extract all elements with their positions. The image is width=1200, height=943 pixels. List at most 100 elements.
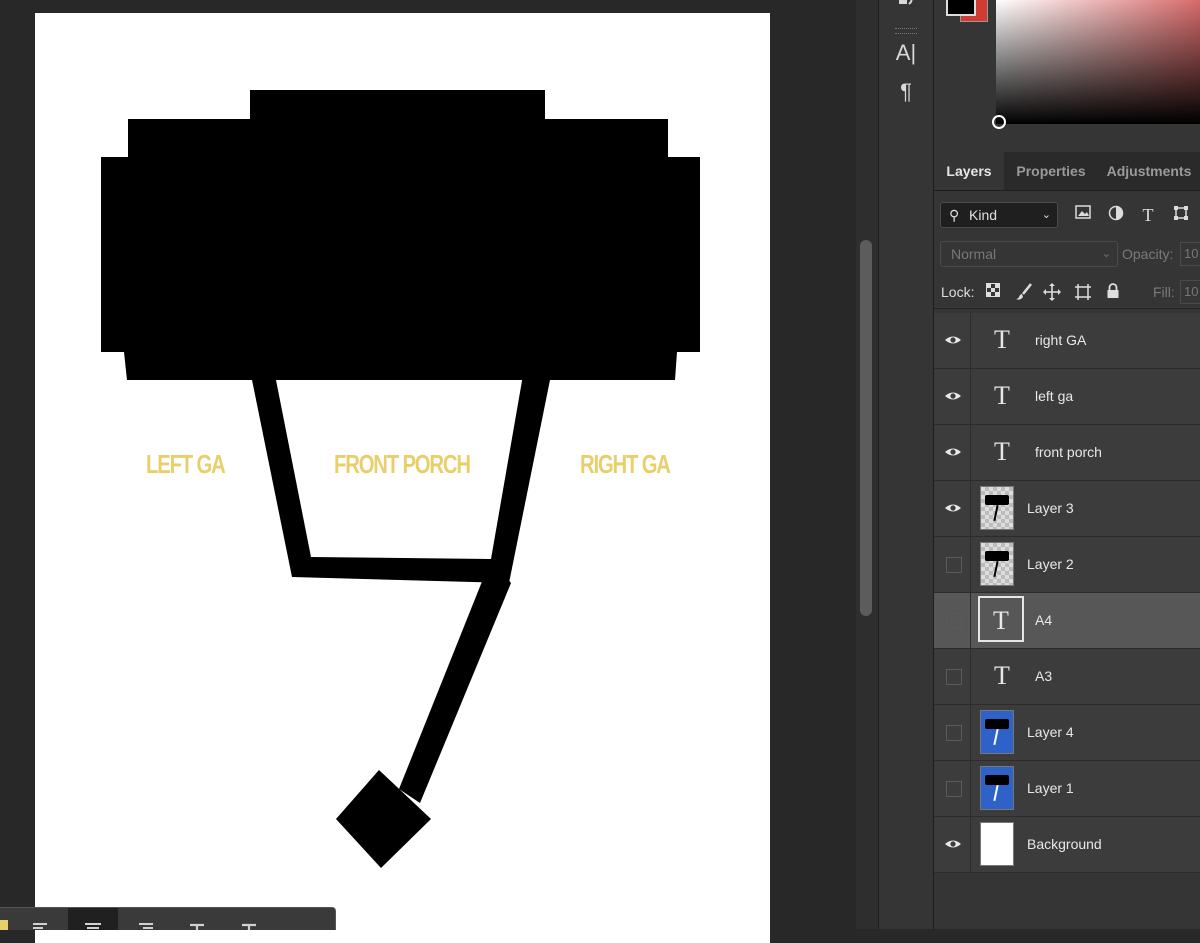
row-divider <box>970 313 971 368</box>
lock-label: Lock: <box>941 284 975 300</box>
layer-thumbnail <box>980 486 1014 530</box>
panel-tabs: Layers Properties Adjustments <box>934 152 1200 191</box>
layer-row[interactable]: T right GA <box>934 313 1200 369</box>
canvas-area[interactable]: LEFT GA FRONT PORCH RIGHT GA <box>0 0 856 943</box>
pixel-filter-icon[interactable] <box>1073 205 1093 225</box>
lock-transparent-pixels-icon[interactable] <box>983 283 1003 303</box>
blend-mode-select[interactable]: Normal ⌄ <box>940 241 1118 267</box>
layer-thumbnail <box>980 822 1014 866</box>
warp-text-icon[interactable] <box>172 908 222 930</box>
kind-filter-label: Kind <box>969 207 998 223</box>
visibility-eye-icon[interactable] <box>944 444 962 460</box>
row-divider <box>970 761 971 816</box>
toggle-text-orientation-icon[interactable] <box>224 908 274 930</box>
text-layer-icon: T <box>994 437 1010 466</box>
tab-properties[interactable]: Properties <box>1006 152 1096 190</box>
shape-filter-icon[interactable] <box>1171 205 1191 225</box>
color-panel <box>934 0 1200 150</box>
row-divider <box>970 369 971 424</box>
search-icon: ⚲ <box>949 207 960 223</box>
text-layer-icon: T <box>978 596 1024 642</box>
opacity-input[interactable]: 10 <box>1180 242 1200 266</box>
row-divider <box>970 537 971 592</box>
blend-mode-value: Normal <box>951 246 997 262</box>
character-panel-icon[interactable]: A| <box>893 40 919 66</box>
visibility-eye-icon[interactable] <box>944 388 962 404</box>
text-layer-icon: T <box>994 661 1010 690</box>
visibility-toggle-empty[interactable] <box>946 557 962 573</box>
layer-thumbnail <box>980 710 1014 754</box>
front-porch-label: FRONT PORCH <box>334 449 471 479</box>
visibility-toggle-empty[interactable] <box>946 669 962 685</box>
row-divider <box>970 817 971 872</box>
layers-list: T right GA T left ga T front porch Layer… <box>934 313 1200 873</box>
right-ga-label: RIGHT GA <box>580 449 671 479</box>
path-line <box>399 559 511 803</box>
visibility-toggle-empty[interactable] <box>946 781 962 797</box>
stage-shape <box>101 90 700 380</box>
adjustment-filter-icon[interactable] <box>1106 205 1126 225</box>
blend-row: Normal ⌄ Opacity: 10 <box>934 238 1200 272</box>
visibility-eye-icon[interactable] <box>944 332 962 348</box>
layer-thumbnail <box>980 766 1014 810</box>
chevron-down-icon: ⌄ <box>1041 209 1051 221</box>
row-divider <box>970 705 971 760</box>
layer-row[interactable]: Background <box>934 817 1200 873</box>
center-text-button[interactable] <box>68 908 118 930</box>
layer-name: Background <box>1027 836 1102 852</box>
visibility-eye-icon[interactable] <box>944 836 962 852</box>
row-divider <box>970 481 971 536</box>
text-layer-icon: T <box>994 381 1010 410</box>
layer-name: A4 <box>1035 612 1053 628</box>
left-ga-label: LEFT GA <box>146 449 226 479</box>
right-panel: Layers Properties Adjustments ⚲ Kind ⌄ T… <box>934 0 1200 929</box>
layer-row[interactable]: Layer 1 <box>934 761 1200 817</box>
tab-adjustments[interactable]: Adjustments <box>1098 152 1200 190</box>
layer-name: Layer 3 <box>1027 500 1074 516</box>
layer-row[interactable]: T A3 <box>934 649 1200 705</box>
layer-row[interactable]: Layer 3 <box>934 481 1200 537</box>
layer-row[interactable]: T front porch <box>934 425 1200 481</box>
layer-name: Layer 4 <box>1027 724 1074 740</box>
row-divider <box>970 425 971 480</box>
lock-image-pixels-icon[interactable] <box>1014 283 1034 303</box>
fill-input[interactable]: 10 <box>1180 280 1200 304</box>
type-filter-icon[interactable]: T <box>1138 205 1158 225</box>
color-picker-cursor[interactable] <box>992 115 1006 129</box>
chevron-down-icon: ⌄ <box>1101 248 1111 260</box>
canvas-scrollbar-thumb[interactable] <box>860 240 872 616</box>
document-canvas[interactable]: LEFT GA FRONT PORCH RIGHT GA <box>35 13 770 943</box>
layer-name: Layer 1 <box>1027 780 1074 796</box>
lock-row: Lock: Fill: 10 <box>934 276 1200 309</box>
paragraph-panel-icon[interactable]: ¶ <box>893 79 919 105</box>
lock-position-icon[interactable] <box>1042 283 1062 303</box>
visibility-toggle-empty[interactable] <box>946 613 962 629</box>
layer-row[interactable]: T A4 <box>934 593 1200 649</box>
right-align-text-button[interactable] <box>120 908 170 930</box>
visibility-toggle-empty[interactable] <box>946 725 962 741</box>
history-icon[interactable] <box>893 0 919 18</box>
layer-name: Layer 2 <box>1027 556 1074 572</box>
lock-all-icon[interactable] <box>1103 283 1123 303</box>
layer-name: left ga <box>1035 388 1074 404</box>
color-picker-field[interactable] <box>996 0 1200 124</box>
visibility-eye-icon[interactable] <box>944 500 962 516</box>
text-options-bar <box>0 907 336 930</box>
panel-grip[interactable] <box>895 28 917 34</box>
left-align-text-button[interactable] <box>16 908 66 930</box>
layer-filter-row: ⚲ Kind ⌄ T <box>934 196 1200 234</box>
lock-artboard-icon[interactable] <box>1073 283 1093 303</box>
layer-name: front porch <box>1035 444 1102 460</box>
layer-thumbnail <box>980 542 1014 586</box>
panel-tool-strip: A| ¶ <box>878 0 934 929</box>
layer-row[interactable]: Layer 2 <box>934 537 1200 593</box>
layer-name: A3 <box>1035 668 1053 684</box>
text-layer-icon: T <box>994 325 1010 354</box>
layer-row[interactable]: Layer 4 <box>934 705 1200 761</box>
layer-row[interactable]: T left ga <box>934 369 1200 425</box>
tab-layers[interactable]: Layers <box>934 152 1004 190</box>
kind-filter-select[interactable]: ⚲ Kind ⌄ <box>940 202 1058 228</box>
fill-label: Fill: <box>1153 284 1175 300</box>
row-divider <box>970 649 971 704</box>
foreground-color-swatch[interactable] <box>946 0 976 16</box>
